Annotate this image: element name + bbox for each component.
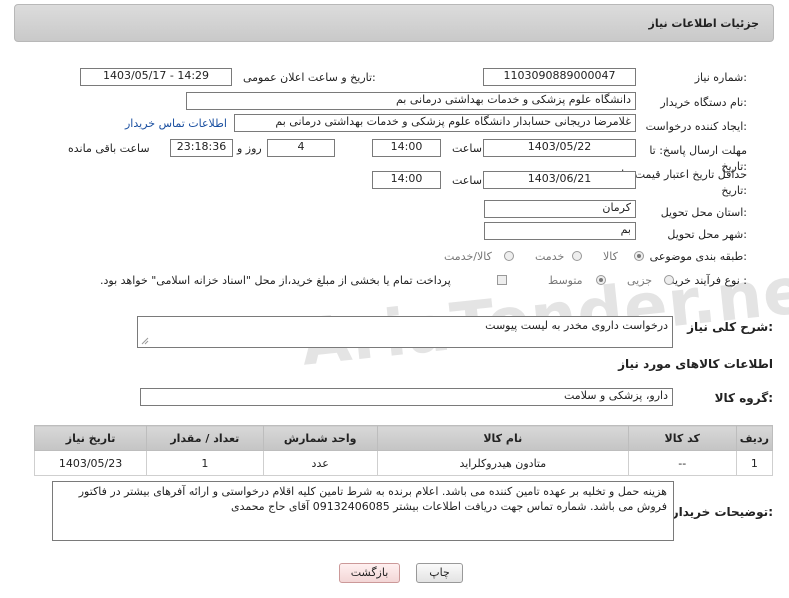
category-option-both: کالا/خدمت [444, 250, 492, 263]
category-option-service: خدمت [535, 250, 565, 263]
creator-label: ایجاد کننده درخواست: [645, 120, 747, 133]
province-field: کرمان [484, 200, 636, 218]
creator-field: غلامرضا دریجانی حسابدار دانشگاه علوم پزش… [234, 114, 636, 132]
print-button[interactable]: چاپ [416, 563, 463, 583]
buyer-org-label: نام دستگاه خریدار: [660, 96, 747, 109]
cell-row: 1 [735, 450, 774, 476]
city-label: شهر محل تحویل: [667, 228, 747, 241]
goods-group-field: دارو، پزشکی و سلامت [140, 388, 673, 406]
table-header-row: تاریخ نیاز تعداد / مقدار واحد شمارش نام … [33, 425, 774, 451]
cell-goods-code: -- [627, 450, 737, 476]
announce-label: تاریخ و ساعت اعلان عمومی: [243, 71, 376, 84]
treasury-payment-note: پرداخت تمام یا بخشی از مبلغ خرید،از محل … [100, 274, 451, 287]
send-date-field: 1403/05/22 [483, 139, 636, 157]
purchase-radio-medium[interactable] [596, 275, 606, 285]
category-radio-goods[interactable] [634, 251, 644, 261]
cell-unit: عدد [262, 450, 378, 476]
summary-text: درخواست داروی مخدر به لیست پیوست [485, 319, 668, 332]
contact-info-link[interactable]: اطلاعات تماس خریدار [125, 117, 227, 130]
announce-field: 1403/05/17 - 14:29 [80, 68, 232, 86]
purchase-option-minor: جزیی [627, 274, 653, 287]
buyer-notes-label: توضیحات خریدار: [671, 505, 773, 519]
validity-date-field: 1403/06/21 [483, 171, 636, 189]
goods-group-label: گروه کالا: [714, 391, 773, 405]
panel-header: جزئیات اطلاعات نیاز [14, 4, 774, 42]
col-need-date: تاریخ نیاز [33, 425, 148, 451]
send-time-field: 14:00 [372, 139, 441, 157]
summary-label: شرح کلی نیاز: [687, 320, 773, 334]
category-label: طبقه بندی موضوعی: [649, 250, 747, 263]
remaining-time-field: 23:18:36 [170, 139, 233, 157]
buyer-notes-text: هزینه حمل و تخلیه بر عهده تامین کننده می… [78, 485, 667, 513]
days-field: 4 [267, 139, 335, 157]
province-label: استان محل تحویل: [660, 206, 747, 219]
col-unit: واحد شمارش [262, 425, 378, 451]
col-quantity: تعداد / مقدار [146, 425, 264, 451]
buyer-notes-field: هزینه حمل و تخلیه بر عهده تامین کننده می… [52, 481, 674, 541]
city-field: بم [484, 222, 636, 240]
send-time-label: ساعت [452, 142, 482, 155]
col-goods-code: کد کالا [627, 425, 737, 451]
need-number-label: شماره نیاز: [694, 71, 747, 84]
validity-time-field: 14:00 [372, 171, 441, 189]
purchase-option-medium: متوسط [548, 274, 583, 287]
remaining-time-label: ساعت باقی مانده [68, 142, 150, 155]
goods-info-title: اطلاعات کالاهای مورد نیاز [618, 357, 773, 371]
category-option-goods: کالا [603, 250, 618, 263]
days-label: روز و [237, 142, 262, 155]
validity-time-label: ساعت [452, 174, 482, 187]
items-table: تاریخ نیاز تعداد / مقدار واحد شمارش نام … [33, 425, 774, 476]
need-number-field: 1103090889000047 [483, 68, 636, 86]
col-row: ردیف [735, 425, 774, 451]
purchase-type-label: نوع فرآیند خرید : [669, 274, 747, 287]
cell-goods-name: متادون هیدروکلراید [376, 450, 629, 476]
category-radio-service[interactable] [572, 251, 582, 261]
category-radio-both[interactable] [504, 251, 514, 261]
buyer-org-field: دانشگاه علوم پزشکی و خدمات بهداشتی درمان… [186, 92, 636, 110]
cell-quantity: 1 [146, 450, 264, 476]
summary-field: درخواست داروی مخدر به لیست پیوست [137, 316, 673, 348]
treasury-payment-checkbox[interactable] [497, 275, 507, 285]
back-button[interactable]: بازگشت [339, 563, 400, 583]
page-title: جزئیات اطلاعات نیاز [648, 17, 760, 30]
purchase-radio-minor[interactable] [664, 275, 674, 285]
resize-grip-icon [141, 337, 149, 345]
col-goods-name: نام کالا [376, 425, 629, 451]
cell-need-date: 1403/05/23 [33, 450, 148, 476]
table-row: 1403/05/23 1 عدد متادون هیدروکلراید -- 1 [33, 450, 774, 476]
